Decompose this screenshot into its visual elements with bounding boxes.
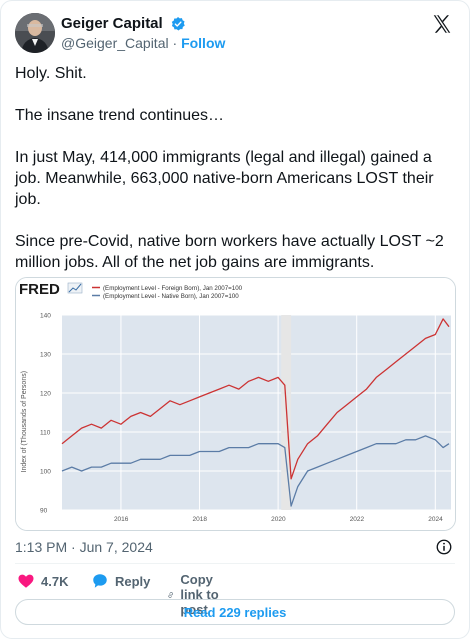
info-icon[interactable] [435,538,453,556]
author-display-name[interactable]: Geiger Capital [61,15,163,33]
speech-bubble-icon [93,574,107,588]
legend-entry: (Employment Level - Native Born), Jan 20… [103,293,239,300]
tweet-timestamp[interactable]: 1:13 PM · Jun 7, 2024 [15,539,153,555]
y-tick-label: 120 [40,391,51,398]
x-logo-icon[interactable] [431,13,453,35]
x-tick-label: 2024 [428,516,443,523]
x-tick-label: 2022 [350,516,365,523]
avatar[interactable] [15,13,55,53]
y-tick-label: 130 [40,352,51,359]
reply-button[interactable]: Reply [91,572,150,590]
fred-logo: FRED [19,281,60,298]
tweet-time: 1:13 PM [15,539,68,555]
x-tick-label: 2016 [114,516,129,523]
tweet-card: Geiger Capital @Geiger_Capital · Follow … [0,0,470,639]
fred-chart: FRED (Employment Level - Foreign Born), … [16,278,455,530]
x-tick-label: 2018 [193,516,208,523]
y-tick-label: 140 [40,313,51,320]
timestamp-separator: · [71,539,76,555]
author-info: Geiger Capital @Geiger_Capital · Follow [61,15,225,52]
handle-separator: · [172,35,178,52]
reply-label: Reply [115,573,151,589]
author-handle[interactable]: @Geiger_Capital [61,35,169,51]
handle-line: @Geiger_Capital · Follow [61,34,225,52]
tweet-text: Holy. Shit. The insane trend continues… … [15,65,444,271]
y-axis-label: Index of (Thousands of Persons) [21,371,28,473]
read-replies-label: Read 229 replies [183,604,287,620]
y-tick-label: 100 [40,469,51,476]
y-tick-label: 90 [40,508,48,515]
fred-logo-icon [67,282,83,294]
legend-entry: (Employment Level - Foreign Born), Jan 2… [103,285,243,292]
plot-area [62,315,451,510]
y-tick-label: 110 [40,430,51,437]
follow-button[interactable]: Follow [181,35,225,51]
like-count: 4.7K [41,573,69,589]
x-tick-label: 2020 [271,516,286,523]
avatar-image [15,13,55,53]
chart-image[interactable]: FRED (Employment Level - Foreign Born), … [15,277,456,531]
tweet-date: Jun 7, 2024 [79,539,153,555]
heart-icon [18,574,34,588]
tweet-header: Geiger Capital @Geiger_Capital · Follow [15,13,455,53]
divider [15,563,455,564]
verified-badge-icon [171,17,185,31]
read-replies-button[interactable]: Read 229 replies [15,599,455,625]
like-button[interactable]: 4.7K [17,572,68,590]
chart-legend: (Employment Level - Foreign Born), Jan 2… [92,285,243,300]
